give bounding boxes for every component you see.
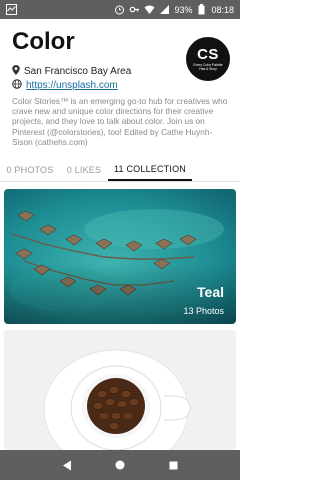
status-bar: 93% 08:18 bbox=[0, 0, 240, 19]
tab-likes[interactable]: 0 LIKES bbox=[60, 158, 108, 181]
location-pin-icon bbox=[12, 65, 20, 78]
profile-name: Color bbox=[12, 28, 75, 55]
activity-icon bbox=[6, 4, 17, 15]
collection-cover-image bbox=[4, 189, 236, 324]
profile-bio: Color Stories™ is an emerging go-to hub … bbox=[12, 96, 228, 147]
globe-icon bbox=[12, 79, 22, 92]
collection-photo-count: 13 Photos bbox=[183, 306, 224, 316]
signal-icon bbox=[159, 4, 170, 15]
screen: 93% 08:18 Color CS Every Color Palette H… bbox=[0, 0, 240, 480]
avatar-logo-text: CS bbox=[197, 46, 219, 63]
location-row: San Francisco Bay Area bbox=[12, 65, 131, 78]
location-text: San Francisco Bay Area bbox=[24, 66, 132, 77]
profile-header: Color CS Every Color Palette Has A Story… bbox=[0, 19, 240, 158]
collection-cover-image-coffee bbox=[4, 330, 236, 450]
profile-tabs: 0 PHOTOS 0 LIKES 11 COLLECTION bbox=[0, 158, 240, 182]
clock: 08:18 bbox=[211, 4, 234, 15]
avatar-tagline: Every Color Palette Has A Story bbox=[193, 63, 223, 71]
key-icon bbox=[129, 4, 140, 15]
battery-icon bbox=[196, 4, 207, 15]
avatar[interactable]: CS Every Color Palette Has A Story bbox=[186, 37, 230, 81]
battery-percent: 93% bbox=[174, 4, 193, 15]
back-icon[interactable] bbox=[59, 457, 75, 473]
collection-title: Teal bbox=[197, 284, 224, 300]
home-icon[interactable] bbox=[112, 457, 128, 473]
alarm-icon bbox=[114, 4, 125, 15]
wifi-icon bbox=[144, 4, 155, 15]
recents-icon[interactable] bbox=[165, 457, 181, 473]
website-link[interactable]: https://unsplash.com bbox=[26, 80, 118, 91]
website-row[interactable]: https://unsplash.com bbox=[12, 79, 118, 92]
collection-card-coffee[interactable] bbox=[4, 330, 236, 450]
tab-collection[interactable]: 11 COLLECTION bbox=[108, 158, 192, 181]
collection-card-teal[interactable]: Teal 13 Photos bbox=[4, 189, 236, 324]
system-nav-bar bbox=[0, 450, 240, 480]
tab-photos[interactable]: 0 PHOTOS bbox=[0, 158, 60, 181]
